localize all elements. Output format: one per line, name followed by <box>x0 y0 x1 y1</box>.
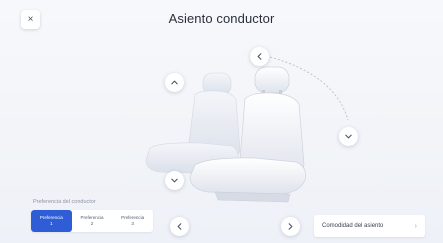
seat-comfort-label: Comodidad del asiento <box>322 223 384 229</box>
seat-illustration <box>145 56 349 203</box>
seat-control-screen: × Asiento conductor Preferencia del cond… <box>0 0 443 243</box>
chevron-left-icon <box>177 223 182 230</box>
preference-selector: Preferencia 1 Preferencia 2 Preferencia … <box>31 210 153 232</box>
seat-down-button[interactable] <box>165 171 184 190</box>
chevron-right-icon: › <box>414 222 417 230</box>
chevron-up-icon <box>171 80 178 85</box>
chevron-down-icon <box>345 134 352 139</box>
preference-3-button[interactable]: Preferencia 3 <box>112 210 153 232</box>
seat-up-button[interactable] <box>165 73 184 92</box>
chevron-left-icon <box>257 53 262 60</box>
headrest-forward-button[interactable] <box>250 47 269 66</box>
recline-back-button[interactable] <box>339 127 358 146</box>
preference-number: 3 <box>131 221 134 226</box>
preference-2-button[interactable]: Preferencia 2 <box>72 210 113 232</box>
seat-forward-button[interactable] <box>281 217 300 236</box>
chevron-right-icon <box>288 223 293 230</box>
seat-comfort-button[interactable]: Comodidad del asiento › <box>314 215 425 237</box>
chevron-down-icon <box>171 178 178 183</box>
preference-number: 1 <box>50 221 53 226</box>
seat-back-button[interactable] <box>170 217 189 236</box>
preference-number: 2 <box>90 221 94 226</box>
preference-1-button[interactable]: Preferencia 1 <box>31 210 72 232</box>
preferences-hint: Preferencia del conductor <box>33 199 96 205</box>
